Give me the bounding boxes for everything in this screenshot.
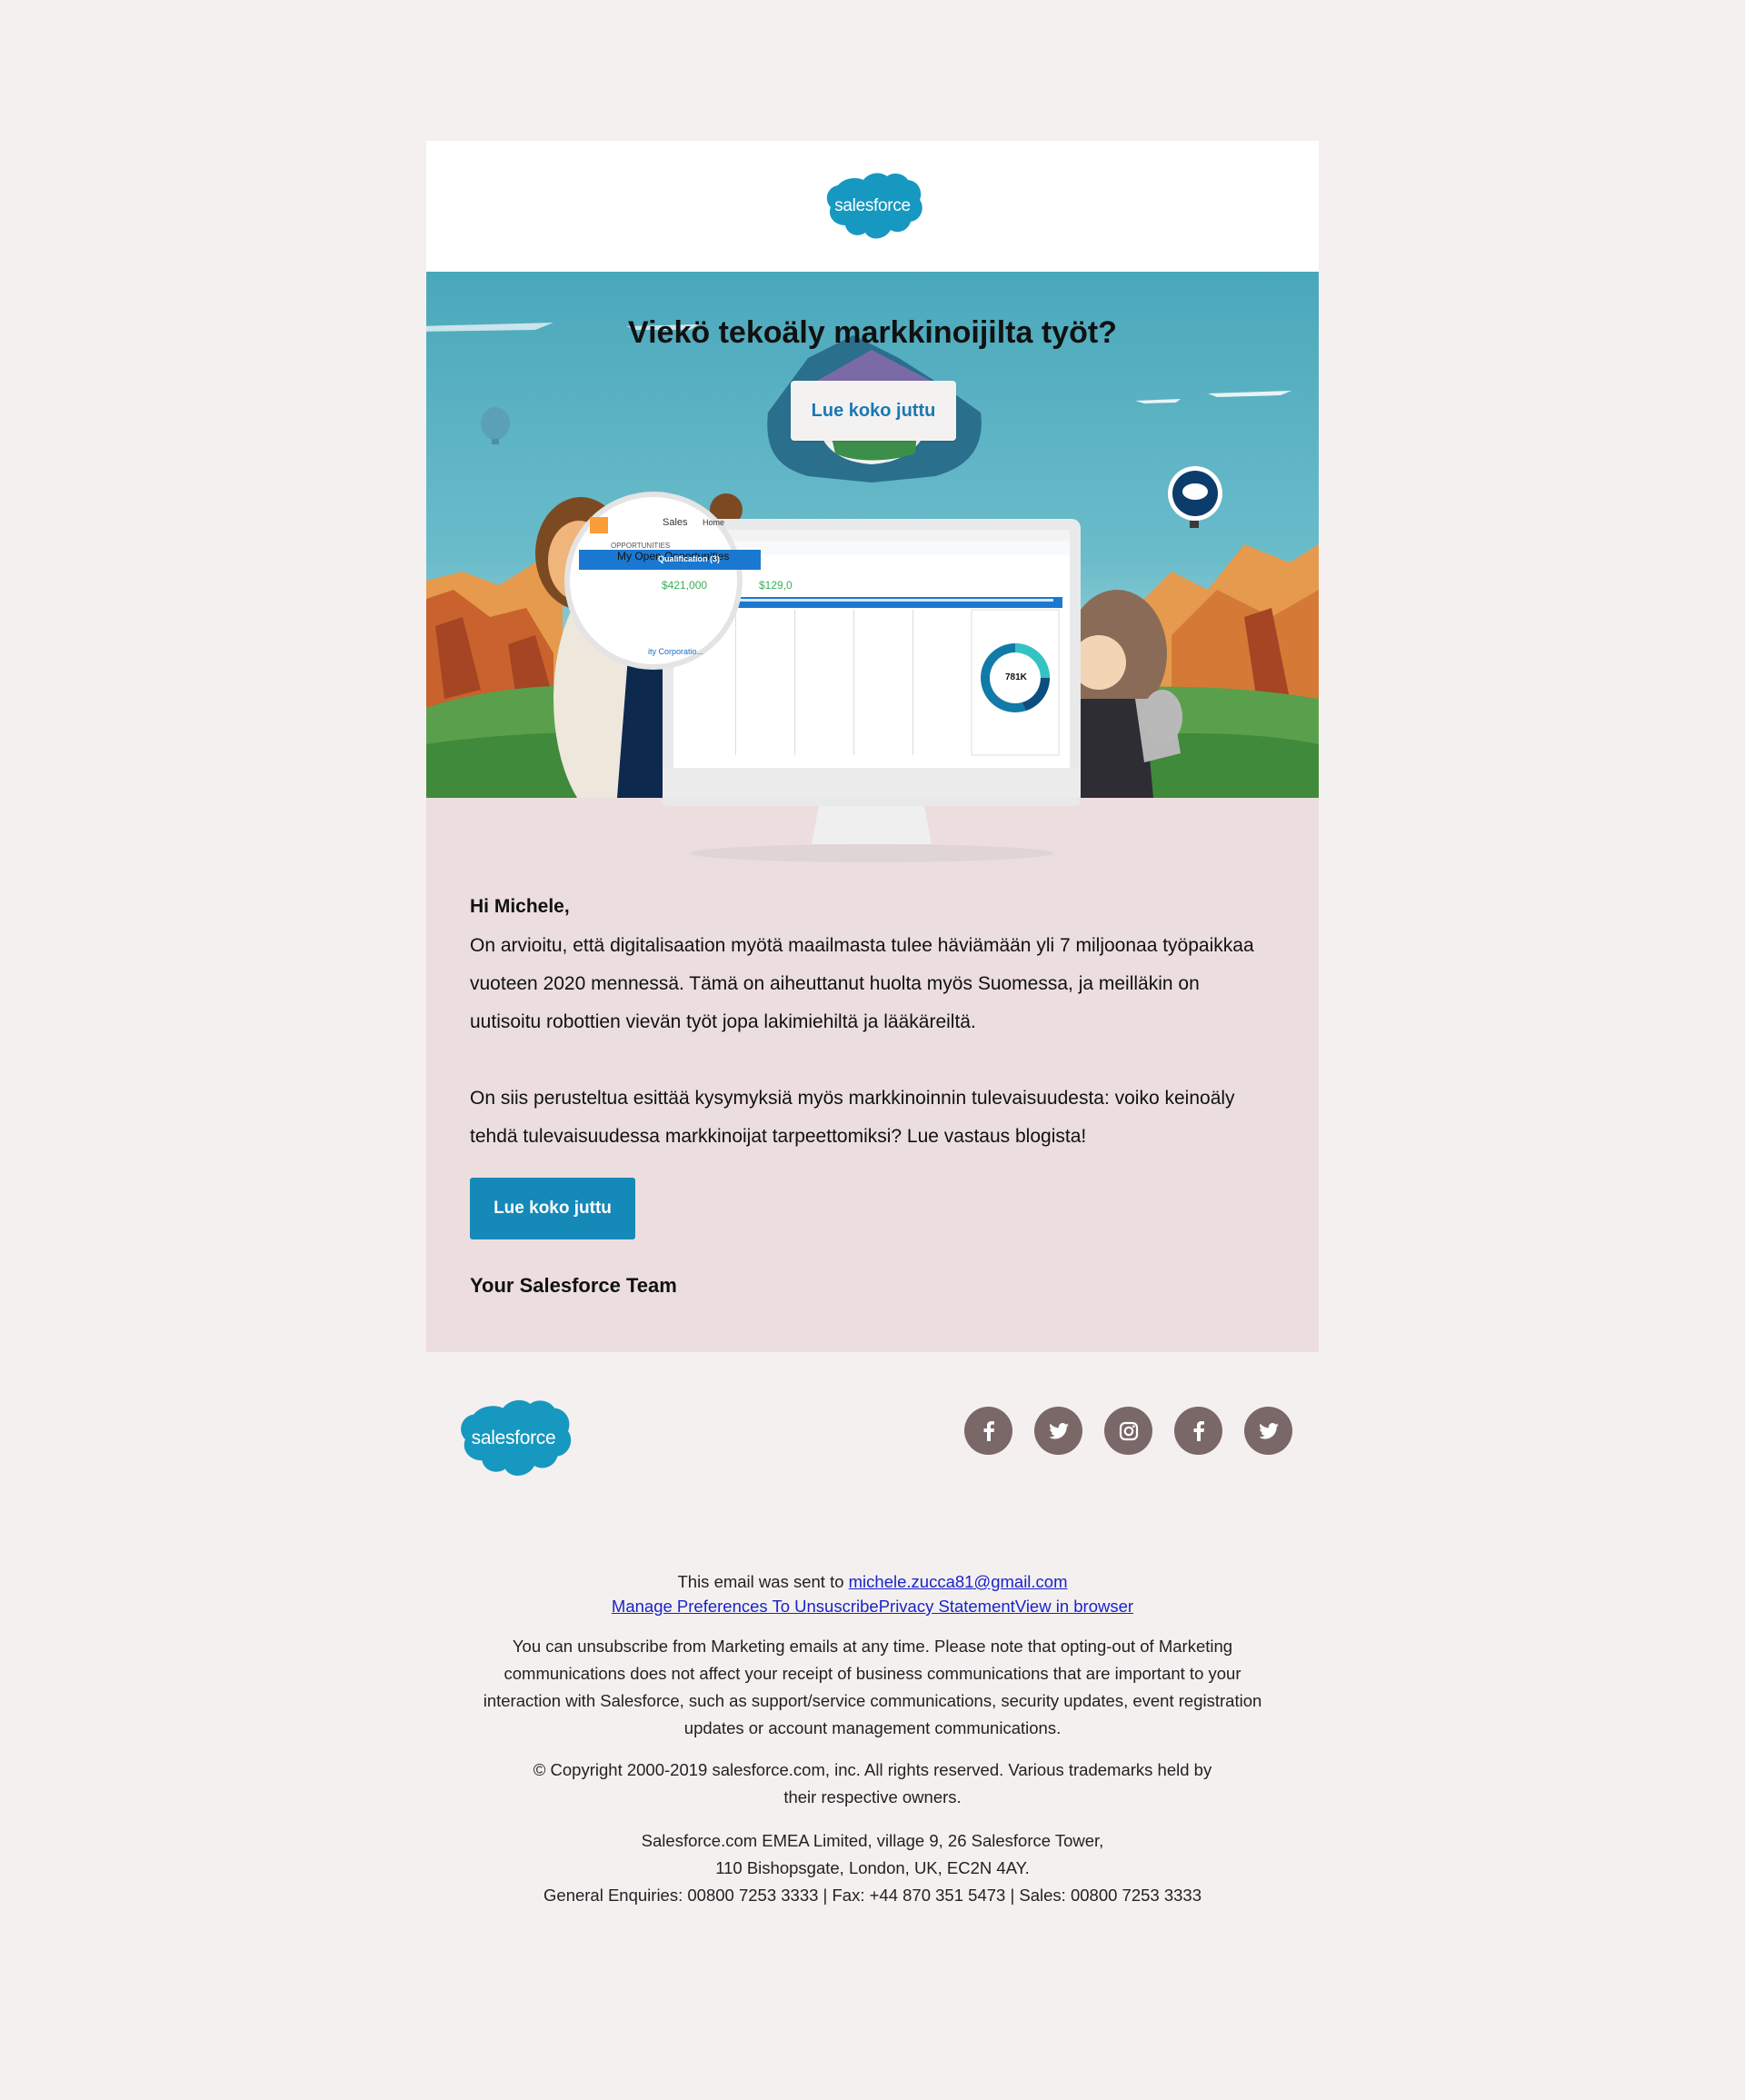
hero-read-more-button[interactable]: Lue koko juttu [791, 381, 956, 441]
manage-preferences-link[interactable]: Manage Preferences To Unsuscribe [612, 1597, 879, 1616]
view-in-browser-link[interactable]: View in browser [1015, 1597, 1133, 1616]
address-line-2: 110 Bishopsgate, London, UK, EC2N 4AY. [715, 1858, 1030, 1877]
email-container: salesforce Sales Home OPPORTUNITIES My O… [426, 141, 1319, 1552]
sent-to-line: This email was sent to michele.zucca81@g… [426, 1569, 1319, 1594]
footer-links: Manage Preferences To UnsuscribePrivacy … [426, 1594, 1319, 1618]
screen-amount-1: $421,000 [662, 579, 708, 592]
read-more-button[interactable]: Lue koko juttu [470, 1178, 635, 1239]
signoff: Your Salesforce Team [470, 1274, 677, 1297]
twitter-icon[interactable] [1244, 1407, 1292, 1455]
company-address: Salesforce.com EMEA Limited, village 9, … [426, 1827, 1319, 1909]
screen-stage-qualification: Qualification (3) [658, 554, 721, 563]
general-enquiries: General Enquiries: 00800 7253 3333 | Fax… [543, 1886, 1202, 1905]
screen-donut-value: 781K [1005, 672, 1027, 682]
body-paragraph-2: On siis perusteltua esittää kysymyksiä m… [470, 1088, 1235, 1147]
recipient-email-link[interactable]: michele.zucca81@gmail.com [849, 1572, 1068, 1591]
screen-amount-2: $129,0 [759, 579, 793, 592]
address-line-1: Salesforce.com EMEA Limited, village 9, … [641, 1831, 1104, 1850]
salesforce-logo[interactable]: salesforce [822, 171, 923, 242]
unsubscribe-notice: You can unsubscribe from Marketing email… [483, 1637, 1262, 1737]
email-body: Hi Michele, On arvioitu, että digitalisa… [426, 798, 1319, 1352]
facebook-icon[interactable] [1174, 1407, 1222, 1455]
footer-legal: This email was sent to michele.zucca81@g… [426, 1569, 1319, 1909]
privacy-statement-link[interactable]: Privacy Statement [879, 1597, 1015, 1616]
social-links [964, 1407, 1292, 1455]
footer-top: salesforce [426, 1352, 1319, 1552]
screen-tab-sales: Sales [663, 517, 688, 528]
twitter-icon[interactable] [1034, 1407, 1082, 1455]
screen-tab-home: Home [703, 518, 725, 527]
footer-logo-text: salesforce [471, 1428, 556, 1448]
instagram-icon[interactable] [1104, 1407, 1152, 1455]
hero-banner: Sales Home OPPORTUNITIES My Open Opportu… [426, 272, 1319, 862]
monitor-stand [663, 797, 1081, 862]
screen-card-title: ity Corporatio... [648, 647, 704, 656]
screen-list-label: OPPORTUNITIES [611, 542, 671, 550]
body-paragraph-1: On arvioitu, että digitalisaation myötä … [470, 935, 1254, 1032]
salesforce-logo-text: salesforce [834, 196, 911, 215]
greeting: Hi Michele, [470, 896, 570, 917]
copyright-notice: © Copyright 2000-2019 salesforce.com, in… [533, 1760, 1212, 1806]
facebook-icon[interactable] [964, 1407, 1012, 1455]
email-header: salesforce [426, 141, 1319, 272]
hero-title: Viekö tekoäly markkinoijilta työt? [628, 315, 1117, 350]
footer-salesforce-logo[interactable]: salesforce [454, 1398, 573, 1479]
sent-to-label: This email was sent to [677, 1572, 849, 1591]
